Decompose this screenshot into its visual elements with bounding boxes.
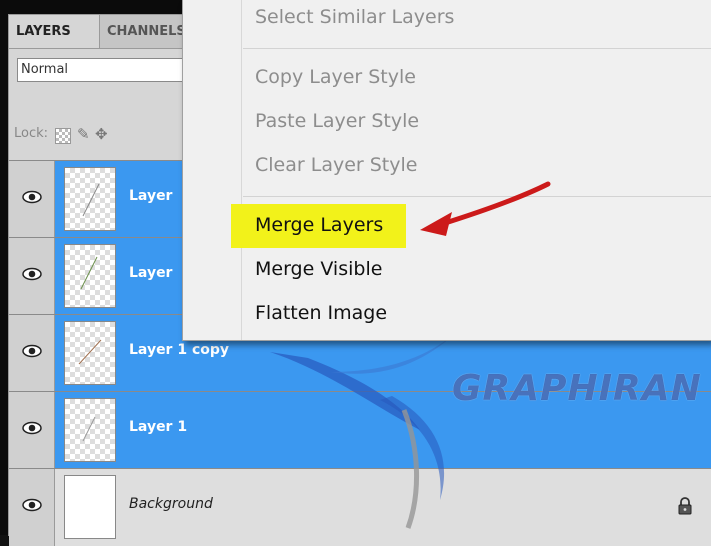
lock-label: Lock: [14, 126, 49, 141]
context-menu: Select Similar Layers Copy Layer Style P… [182, 0, 711, 341]
layer-thumbnail [64, 475, 116, 539]
eye-icon [22, 498, 42, 512]
layer-thumbnail [64, 321, 116, 385]
menu-item-merge-layers[interactable]: Merge Layers [255, 214, 383, 236]
eye-icon [22, 267, 42, 281]
eye-icon [22, 421, 42, 435]
menu-item-merge-visible[interactable]: Merge Visible [255, 258, 382, 280]
lock-image-pixels-icon[interactable]: ✎ [77, 125, 90, 143]
visibility-toggle[interactable] [9, 315, 55, 392]
visibility-toggle[interactable] [9, 469, 55, 546]
layer-name: Layer 1 [129, 419, 188, 435]
menu-item-select-similar-layers[interactable]: Select Similar Layers [255, 6, 454, 28]
layer-thumbnail [64, 398, 116, 462]
menu-item-copy-layer-style[interactable]: Copy Layer Style [255, 66, 416, 88]
lock-transparent-pixels-icon[interactable] [55, 128, 71, 144]
layer-thumbnail [64, 167, 116, 231]
layer-row-background[interactable]: Background [9, 468, 711, 546]
layer-name: Background [129, 496, 213, 512]
visibility-toggle[interactable] [9, 238, 55, 315]
menu-item-paste-layer-style[interactable]: Paste Layer Style [255, 110, 419, 132]
watermark-text: GRAPHIRAN [452, 368, 702, 409]
menu-item-flatten-image[interactable]: Flatten Image [255, 302, 387, 324]
visibility-toggle[interactable] [9, 161, 55, 238]
layer-name: Layer [129, 188, 173, 204]
tab-layers[interactable]: LAYERS [9, 15, 100, 48]
blend-mode-select[interactable]: Normal [17, 58, 189, 82]
layer-name: Layer 1 copy [129, 342, 230, 358]
lock-position-icon[interactable]: ✥ [95, 125, 108, 143]
padlock-icon [678, 497, 692, 515]
layer-thumbnail [64, 244, 116, 308]
menu-item-clear-layer-style[interactable]: Clear Layer Style [255, 154, 417, 176]
menu-gutter [241, 0, 242, 340]
visibility-toggle[interactable] [9, 392, 55, 469]
screenshot-stage: LAYERS CHANNELS Normal Lock: ✎ ✥ Layer L… [0, 0, 711, 546]
eye-icon [22, 190, 42, 204]
eye-icon [22, 344, 42, 358]
menu-separator [243, 48, 711, 49]
layer-name: Layer [129, 265, 173, 281]
menu-separator [243, 196, 711, 197]
